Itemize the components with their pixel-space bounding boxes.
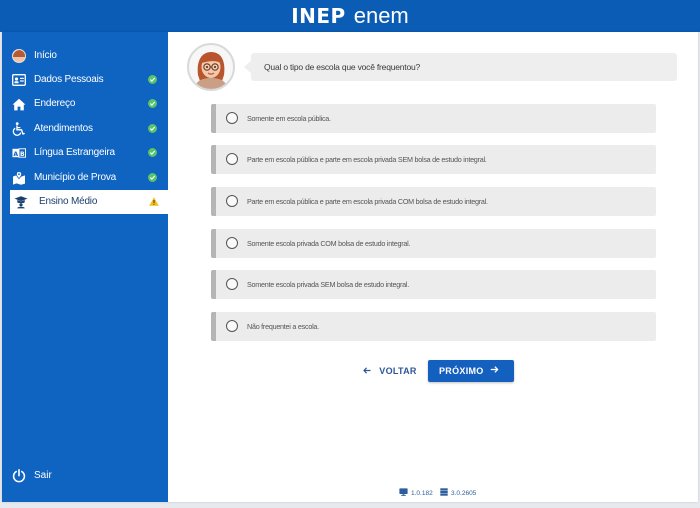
question-bubble: Qual o tipo de escola que você frequento…	[244, 53, 677, 81]
option-text: Somente em escola pública.	[247, 114, 331, 123]
arrow-left-icon	[363, 366, 371, 376]
graduation-icon	[14, 195, 28, 209]
sidebar-item-inicio[interactable]: Início	[2, 44, 168, 68]
sidebar-item-label: Língua Estrangeira	[34, 147, 115, 158]
arrow-right-icon	[490, 365, 499, 376]
logout-label: Sair	[34, 470, 52, 481]
check-icon	[148, 124, 157, 133]
id-card-icon	[12, 73, 26, 87]
back-label: VOLTAR	[379, 366, 417, 376]
check-icon	[148, 75, 157, 84]
option-text: Somente escola privada COM bolsa de estu…	[247, 239, 411, 248]
top-bar: INEP enem	[0, 0, 700, 32]
avatar-icon	[12, 49, 26, 63]
radio-button[interactable]	[226, 320, 238, 332]
option-2[interactable]: Parte em escola pública e parte em escol…	[211, 145, 656, 174]
sidebar-item-label: Ensino Médio	[39, 196, 98, 207]
power-icon	[12, 469, 26, 488]
next-button[interactable]: PRÓXIMO	[428, 360, 514, 382]
check-icon	[148, 99, 157, 108]
sidebar-item-endereco[interactable]: Endereço	[2, 92, 168, 116]
radio-button[interactable]	[226, 153, 238, 165]
sidebar-item-label: Município de Prova	[34, 172, 117, 183]
next-label: PRÓXIMO	[439, 366, 484, 376]
radio-button[interactable]	[226, 237, 238, 249]
frontend-version: 1.0.182	[399, 488, 433, 498]
svg-text:A: A	[13, 151, 18, 158]
sidebar-item-label: Atendimentos	[34, 123, 93, 134]
check-icon	[148, 148, 157, 157]
main-content: Qual o tipo de escola que você frequento…	[168, 32, 698, 502]
sidebar-item-municipio-de-prova[interactable]: Município de Prova	[2, 166, 168, 190]
inep-enem-logo: INEP enem	[291, 3, 409, 29]
back-button[interactable]: VOLTAR	[362, 360, 418, 382]
language-icon: AB	[12, 146, 26, 160]
sidebar-item-lingua-estrangeira[interactable]: AB Língua Estrangeira	[2, 141, 168, 165]
backend-version-text: 3.0.2605	[451, 489, 477, 497]
backend-version: 3.0.2605	[440, 488, 476, 498]
sidebar-item-label: Endereço	[34, 98, 76, 109]
frontend-version-text: 1.0.182	[411, 489, 433, 497]
svg-text:B: B	[20, 151, 25, 158]
logo-enem: enem	[353, 3, 409, 28]
sidebar-item-dados-pessoais[interactable]: Dados Pessoais	[2, 68, 168, 92]
check-icon	[148, 173, 157, 182]
assistant-avatar	[187, 43, 235, 91]
sidebar-item-ensino-medio[interactable]: Ensino Médio	[10, 190, 168, 214]
sidebar-item-label: Dados Pessoais	[34, 74, 104, 85]
warning-icon	[149, 197, 159, 209]
sidebar-item-label: Início	[34, 50, 57, 61]
app-frame: Início Dados Pessoais Endereço Atendimen…	[2, 32, 698, 502]
map-icon	[12, 171, 26, 185]
logo-inep: INEP	[291, 4, 346, 28]
sidebar-item-atendimentos[interactable]: Atendimentos	[2, 117, 168, 141]
radio-button[interactable]	[226, 112, 238, 124]
wheelchair-icon	[12, 122, 26, 136]
option-3[interactable]: Parte em escola pública e parte em escol…	[211, 187, 656, 216]
option-5[interactable]: Somente escola privada SEM bolsa de estu…	[211, 270, 656, 299]
option-text: Somente escola privada SEM bolsa de estu…	[247, 280, 409, 289]
option-1[interactable]: Somente em escola pública.	[211, 104, 656, 133]
radio-button[interactable]	[226, 278, 238, 290]
logout-button[interactable]: Sair	[2, 464, 168, 488]
home-icon	[12, 97, 26, 111]
server-icon	[440, 488, 448, 498]
option-text: Não frequentei a escola.	[247, 322, 319, 331]
option-4[interactable]: Somente escola privada COM bolsa de estu…	[211, 229, 656, 258]
monitor-icon	[399, 488, 408, 498]
radio-button[interactable]	[226, 195, 238, 207]
option-text: Parte em escola pública e parte em escol…	[247, 197, 488, 206]
option-text: Parte em escola pública e parte em escol…	[247, 155, 487, 164]
sidebar: Início Dados Pessoais Endereço Atendimen…	[2, 32, 168, 502]
option-6[interactable]: Não frequentei a escola.	[211, 312, 656, 341]
